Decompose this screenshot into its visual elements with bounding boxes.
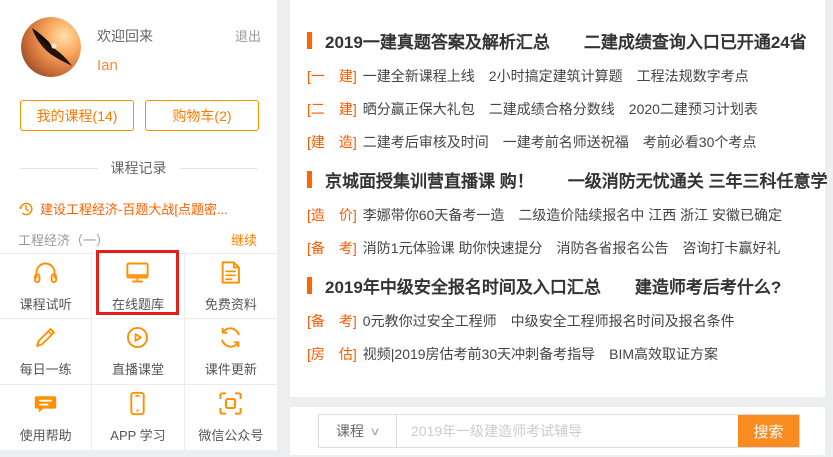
- news-item[interactable]: [房 估] 视频|2019房估考前30天冲刺备考指导 BIM高效取证方案: [307, 345, 825, 364]
- news-tag: [建 造]: [307, 133, 357, 152]
- feature-courseware-update[interactable]: 课件更新: [185, 319, 277, 384]
- my-courses-button[interactable]: 我的课程(14): [20, 100, 134, 131]
- headline-bar: [307, 171, 312, 188]
- headline-bar: [307, 277, 312, 294]
- news-tag: [造 价]: [307, 206, 357, 225]
- news-section-2: 京城面授集训营直播课 购！ 一级消防无忧通关 三年三科任意学 [造 价] 李娜带…: [307, 167, 825, 258]
- news-item-text: 李娜带你60天备考一造 二级造价陆续报名中 江西 浙江 安徽已确定: [363, 206, 782, 225]
- news-item-text: 视频|2019房估考前30天冲刺备考指导 BIM高效取证方案: [363, 345, 718, 364]
- news-section-3: 2019年中级安全报名时间及入口汇总 建造师考后考什么? [备 考] 0元教你过…: [307, 273, 825, 364]
- last-course-subrow: 工程经济（一） 继续: [18, 230, 257, 249]
- news-card: 2019一建真题答案及解析汇总 二建成绩查询入口已开通24省 [一 建] 一建全…: [290, 0, 825, 397]
- feature-free-materials[interactable]: 免费资料: [185, 254, 277, 319]
- news-tag: [一 建]: [307, 67, 357, 86]
- feature-course-audition[interactable]: 课程试听: [0, 254, 92, 319]
- feature-label: 使用帮助: [20, 425, 72, 444]
- news-tag: [备 考]: [307, 312, 357, 331]
- chat-bubble-icon: [32, 390, 59, 417]
- pencil-icon: [32, 324, 59, 351]
- course-record-title: 课程记录: [111, 158, 167, 178]
- chevron-down-icon: ∨: [369, 425, 380, 438]
- headline-text: 京城面授集训营直播课 购！ 一级消防无忧通关 三年三科任意学: [325, 167, 827, 192]
- profile-text: 欢迎回来 Ian: [97, 17, 235, 77]
- news-item-text: 0元教你过安全工程师 中级安全工程师报名时间及报名条件: [363, 312, 735, 331]
- news-headline[interactable]: 京城面授集训营直播课 购！ 一级消防无忧通关 三年三科任意学: [307, 167, 825, 192]
- page: 欢迎回来 Ian 退出 我的课程(14) 购物车(2) 课程记录 建设工程经济-…: [0, 0, 833, 457]
- history-clock-icon: [18, 201, 34, 217]
- news-item[interactable]: [造 价] 李娜带你60天备考一造 二级造价陆续报名中 江西 浙江 安徽已确定: [307, 206, 825, 225]
- divider-line: [180, 168, 258, 169]
- feature-label: 课程试听: [20, 294, 72, 313]
- continue-link[interactable]: 继续: [231, 230, 257, 249]
- news-item[interactable]: [建 造] 二建考后审核及时间 一建考前名师送祝福 考前必看30个考点: [307, 133, 825, 152]
- news-tag: [备 考]: [307, 239, 357, 258]
- feature-label: 每日一练: [20, 359, 72, 378]
- feature-daily-practice[interactable]: 每日一练: [0, 319, 92, 384]
- feature-help[interactable]: 使用帮助: [0, 385, 92, 450]
- search-category-value: 课程: [336, 421, 364, 441]
- news-item-text: 二建考后审核及时间 一建考前名师送祝福 考前必看30个考点: [363, 133, 757, 152]
- headphones-icon: [32, 259, 59, 286]
- headline-text: 2019一建真题答案及解析汇总 二建成绩查询入口已开通24省: [325, 28, 807, 53]
- search-button[interactable]: 搜索: [738, 415, 799, 447]
- play-circle-icon: [124, 324, 151, 351]
- qr-scan-icon: [217, 390, 244, 417]
- feature-label: 微信公众号: [198, 425, 263, 444]
- feature-label: 免费资料: [205, 294, 257, 313]
- last-course-link[interactable]: 建设工程经济-百题大战[点题密...: [18, 199, 259, 218]
- news-item-text: 消防1元体验课 助你快速提分 消防各省报名公告 咨询打卡赢好礼: [363, 239, 781, 258]
- feature-label: APP 学习: [110, 425, 165, 444]
- news-section-1: 2019一建真题答案及解析汇总 二建成绩查询入口已开通24省 [一 建] 一建全…: [307, 28, 825, 152]
- news-tag: [房 估]: [307, 345, 357, 364]
- feature-wechat-official-account[interactable]: 微信公众号: [185, 385, 277, 450]
- logout-link[interactable]: 退出: [235, 17, 261, 77]
- action-buttons: 我的课程(14) 购物车(2): [20, 100, 259, 131]
- search-input[interactable]: [397, 415, 738, 447]
- refresh-icon: [217, 324, 244, 351]
- search-bar: 课程 ∨ 搜索: [318, 414, 800, 448]
- feature-live-classroom[interactable]: 直播课堂: [92, 319, 184, 384]
- course-record-header: 课程记录: [20, 158, 257, 178]
- feature-label: 课件更新: [205, 359, 257, 378]
- cart-button[interactable]: 购物车(2): [145, 100, 259, 131]
- search-card: 课程 ∨ 搜索: [290, 407, 825, 455]
- last-course-name: 建设工程经济-百题大战[点题密...: [40, 199, 228, 218]
- feature-label: 在线题库: [112, 294, 164, 313]
- feature-app-learning[interactable]: APP 学习: [92, 385, 184, 450]
- avatar[interactable]: [21, 17, 81, 77]
- news-item[interactable]: [一 建] 一建全新课程上线 2小时搞定建筑计算题 工程法规数字考点: [307, 67, 825, 86]
- eagle-avatar-image: [21, 17, 81, 77]
- headline-bar: [307, 32, 312, 49]
- news-headline[interactable]: 2019年中级安全报名时间及入口汇总 建造师考后考什么?: [307, 273, 825, 298]
- feature-label: 直播课堂: [112, 359, 164, 378]
- feature-online-question-bank[interactable]: 在线题库: [92, 254, 184, 319]
- news-item-text: 一建全新课程上线 2小时搞定建筑计算题 工程法规数字考点: [363, 67, 749, 86]
- user-panel: 欢迎回来 Ian 退出 我的课程(14) 购物车(2) 课程记录 建设工程经济-…: [0, 0, 277, 450]
- news-item-text: 晒分赢正保大礼包 二建成绩合格分数线 2020二建预习计划表: [363, 100, 758, 119]
- smartphone-icon: [124, 390, 151, 417]
- feature-grid: 课程试听 在线题库 免费资料: [0, 253, 277, 450]
- monitor-icon: [124, 259, 151, 286]
- news-item[interactable]: [备 考] 0元教你过安全工程师 中级安全工程师报名时间及报名条件: [307, 312, 825, 331]
- welcome-text: 欢迎回来: [97, 26, 235, 46]
- search-category-dropdown[interactable]: 课程 ∨: [319, 415, 397, 447]
- headline-text: 2019年中级安全报名时间及入口汇总 建造师考后考什么?: [325, 273, 781, 298]
- last-course-chapter: 工程经济（一）: [18, 230, 109, 249]
- news-item[interactable]: [二 建] 晒分赢正保大礼包 二建成绩合格分数线 2020二建预习计划表: [307, 100, 825, 119]
- news-item[interactable]: [备 考] 消防1元体验课 助你快速提分 消防各省报名公告 咨询打卡赢好礼: [307, 239, 825, 258]
- news-tag: [二 建]: [307, 100, 357, 119]
- divider-line: [20, 168, 98, 169]
- document-icon: [217, 259, 244, 286]
- news-headline[interactable]: 2019一建真题答案及解析汇总 二建成绩查询入口已开通24省: [307, 28, 825, 53]
- profile-row: 欢迎回来 Ian 退出: [0, 0, 277, 77]
- username: Ian: [97, 57, 235, 74]
